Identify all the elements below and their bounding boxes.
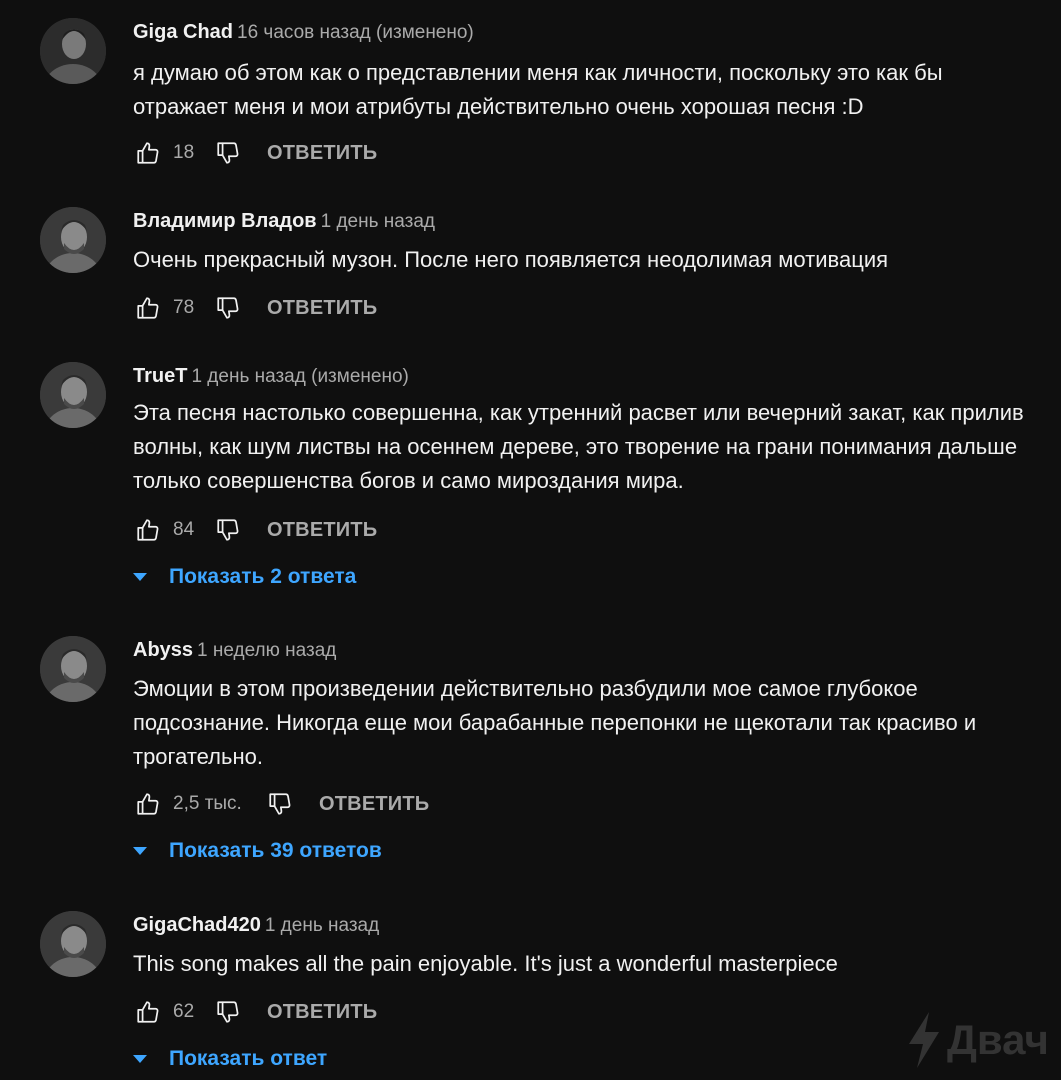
dislike-button[interactable] <box>265 789 295 819</box>
reply-button[interactable]: ОТВЕТИТЬ <box>319 793 429 816</box>
comment-timestamp[interactable]: 1 неделю назад <box>197 640 336 661</box>
like-count: 18 <box>173 142 195 163</box>
comment-author[interactable]: Владимир Владов <box>133 210 317 232</box>
like-count: 2,5 тыс. <box>173 793 242 814</box>
caret-down-icon <box>133 1055 147 1063</box>
thumbs-up-icon <box>137 519 159 541</box>
comment-actions: 18 ОТВЕТИТЬ <box>133 138 377 168</box>
comment-text: Эмоции в этом произведении действительно… <box>133 676 977 769</box>
dislike-button[interactable] <box>213 515 243 545</box>
comment-text: я думаю об этом как о представлении меня… <box>133 60 943 119</box>
show-replies-button[interactable]: Показать 2 ответа <box>133 562 356 592</box>
comment-actions: 84 ОТВЕТИТЬ <box>133 515 377 545</box>
comment-author[interactable]: Abyss <box>133 639 193 661</box>
comment-author[interactable]: Giga Chad <box>133 21 233 43</box>
caret-down-icon <box>133 847 147 855</box>
thumbs-up-icon <box>137 1001 159 1023</box>
reply-button[interactable]: ОТВЕТИТЬ <box>267 519 377 542</box>
like-button[interactable] <box>133 138 163 168</box>
dislike-button[interactable] <box>213 293 243 323</box>
avatar[interactable] <box>40 911 106 977</box>
comment-timestamp[interactable]: 1 день назад (изменено) <box>191 366 408 387</box>
show-replies-button[interactable]: Показать 39 ответов <box>133 836 382 866</box>
like-button[interactable] <box>133 293 163 323</box>
thumbs-down-icon <box>217 142 239 164</box>
comment-timestamp[interactable]: 16 часов назад (изменено) <box>237 22 474 43</box>
like-button[interactable] <box>133 789 163 819</box>
like-count: 62 <box>173 1001 195 1022</box>
avatar[interactable] <box>40 207 106 273</box>
thumbs-up-icon <box>137 793 159 815</box>
comment-text: This song makes all the pain enjoyable. … <box>133 951 838 976</box>
show-replies-label: Показать 39 ответов <box>169 839 382 862</box>
like-count: 78 <box>173 297 195 318</box>
comment-timestamp[interactable]: 1 день назад <box>265 915 379 936</box>
like-button[interactable] <box>133 997 163 1027</box>
avatar[interactable] <box>40 362 106 428</box>
reply-button[interactable]: ОТВЕТИТЬ <box>267 1001 377 1024</box>
reply-button[interactable]: ОТВЕТИТЬ <box>267 297 377 320</box>
avatar[interactable] <box>40 18 106 84</box>
comment-text: Очень прекрасный музон. После него появл… <box>133 247 889 272</box>
thumbs-down-icon <box>269 793 291 815</box>
show-replies-button[interactable]: Показать ответ <box>133 1044 327 1074</box>
comment-author[interactable]: GigaChad420 <box>133 914 261 936</box>
thumbs-down-icon <box>217 1001 239 1023</box>
dislike-button[interactable] <box>213 997 243 1027</box>
reply-button[interactable]: ОТВЕТИТЬ <box>267 142 377 165</box>
like-count: 84 <box>173 519 195 540</box>
like-button[interactable] <box>133 515 163 545</box>
show-replies-label: Показать 2 ответа <box>169 565 357 588</box>
watermark: Двач <box>905 1012 1049 1068</box>
comment-actions: 78 ОТВЕТИТЬ <box>133 293 377 323</box>
comment-actions: 2,5 тыс. ОТВЕТИТЬ <box>133 789 429 819</box>
avatar[interactable] <box>40 636 106 702</box>
comment-text: Эта песня настолько совершенна, как утре… <box>133 400 1024 493</box>
thumbs-down-icon <box>217 297 239 319</box>
show-replies-label: Показать ответ <box>169 1047 328 1070</box>
thumbs-up-icon <box>137 142 159 164</box>
dislike-button[interactable] <box>213 138 243 168</box>
watermark-label: Двач <box>947 1016 1049 1063</box>
comment-actions: 62 ОТВЕТИТЬ <box>133 997 377 1027</box>
comment-author[interactable]: TrueT <box>133 365 187 387</box>
thumbs-up-icon <box>137 297 159 319</box>
comment-timestamp[interactable]: 1 день назад <box>321 211 435 232</box>
lightning-icon <box>909 1012 939 1068</box>
thumbs-down-icon <box>217 519 239 541</box>
caret-down-icon <box>133 573 147 581</box>
